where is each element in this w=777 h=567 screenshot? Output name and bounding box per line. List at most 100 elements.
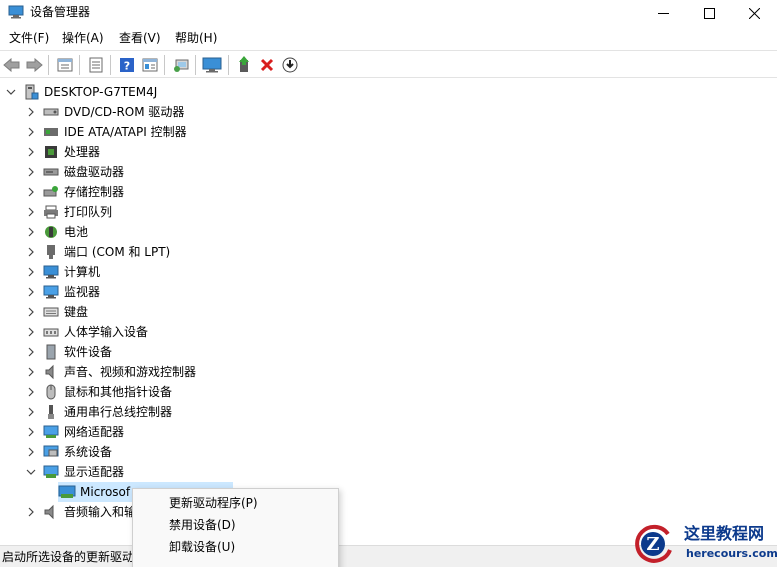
context-menu: 更新驱动程序(P) 禁用设备(D) 卸载设备(U) — [132, 488, 339, 567]
update-driver-button[interactable] — [234, 55, 254, 75]
chevron-right-icon[interactable] — [24, 182, 38, 202]
chevron-right-icon[interactable] — [24, 382, 38, 402]
tree-item[interactable]: 鼠标和其他指针设备 — [24, 382, 172, 402]
scan-hardware-button[interactable] — [171, 55, 191, 75]
chevron-right-icon[interactable] — [24, 422, 38, 442]
tree-item[interactable]: 键盘 — [24, 302, 88, 322]
chevron-down-icon[interactable] — [24, 462, 38, 482]
dvd-drive-icon — [42, 102, 60, 122]
tree-item[interactable]: 磁盘驱动器 — [24, 162, 124, 182]
properties-button[interactable] — [55, 55, 75, 75]
display-adapter-icon — [42, 462, 60, 482]
chevron-right-icon[interactable] — [24, 502, 38, 522]
menu-action[interactable]: 操作(A) — [62, 30, 104, 46]
download-button[interactable] — [280, 55, 300, 75]
system-device-icon — [42, 442, 60, 462]
maximize-icon — [703, 7, 715, 19]
tree-item[interactable]: 声音、视频和游戏控制器 — [24, 362, 196, 382]
context-uninstall-device[interactable]: 卸载设备(U) — [169, 539, 235, 555]
tree-root[interactable]: DESKTOP-G7TEM4J — [4, 82, 157, 102]
chevron-right-icon[interactable] — [24, 222, 38, 242]
chevron-right-icon[interactable] — [24, 302, 38, 322]
minimize-button[interactable] — [640, 0, 686, 26]
context-update-driver[interactable]: 更新驱动程序(P) — [169, 495, 258, 511]
tree-item-display-child[interactable]: Microsof — [58, 482, 130, 502]
tree-item[interactable]: 系统设备 — [24, 442, 112, 462]
window-title: 设备管理器 — [30, 5, 91, 19]
tree-item-label: IDE ATA/ATAPI 控制器 — [64, 125, 187, 139]
chevron-right-icon[interactable] — [24, 242, 38, 262]
tree-item-label: 磁盘驱动器 — [64, 165, 125, 179]
display-adapter-icon — [58, 482, 76, 502]
tree-item[interactable]: 通用串行总线控制器 — [24, 402, 172, 422]
chevron-down-icon[interactable] — [4, 82, 18, 102]
context-disable-device[interactable]: 禁用设备(D) — [169, 517, 236, 533]
close-icon — [748, 7, 760, 19]
chevron-right-icon[interactable] — [24, 202, 38, 222]
forward-button[interactable] — [24, 55, 44, 75]
maximize-button[interactable] — [686, 0, 732, 26]
menu-view[interactable]: 查看(V) — [119, 30, 161, 46]
toolbar-separator — [48, 55, 49, 75]
toolbar-separator — [228, 55, 229, 75]
show-hide-button[interactable] — [86, 55, 106, 75]
chevron-right-icon[interactable] — [24, 282, 38, 302]
tree-item[interactable]: 端口 (COM 和 LPT) — [24, 242, 170, 262]
tree-item-label: 通用串行总线控制器 — [64, 405, 173, 419]
title-bar: 设备管理器 — [0, 0, 777, 26]
menu-help[interactable]: 帮助(H) — [175, 30, 217, 46]
computer-icon — [42, 262, 60, 282]
tree-item[interactable]: 网络适配器 — [24, 422, 124, 442]
uninstall-button[interactable] — [257, 55, 277, 75]
menu-file[interactable]: 文件(F) — [9, 30, 49, 46]
view-button[interactable] — [140, 55, 160, 75]
tree-item[interactable]: 软件设备 — [24, 342, 112, 362]
chevron-right-icon[interactable] — [24, 342, 38, 362]
chevron-right-icon[interactable] — [24, 402, 38, 422]
show-hide-icon — [89, 57, 103, 73]
uninstall-icon — [260, 58, 274, 72]
tree-item-audio-input[interactable]: 音频输入和输 — [24, 502, 136, 522]
processor-icon — [42, 142, 60, 162]
tree-item[interactable]: 计算机 — [24, 262, 100, 282]
chevron-right-icon[interactable] — [24, 142, 38, 162]
status-text: 启动所选设备的更新驱动 — [2, 550, 135, 564]
tree-item[interactable]: 存储控制器 — [24, 182, 124, 202]
back-button[interactable] — [2, 55, 22, 75]
tree-item[interactable]: 打印队列 — [24, 202, 112, 222]
sound-icon — [42, 362, 60, 382]
close-button[interactable] — [731, 0, 777, 26]
chevron-right-icon[interactable] — [24, 122, 38, 142]
tree-item-label: 软件设备 — [64, 345, 113, 359]
update-driver-icon — [239, 56, 249, 72]
chevron-right-icon[interactable] — [24, 102, 38, 122]
chevron-right-icon[interactable] — [24, 362, 38, 382]
port-icon — [42, 242, 60, 262]
chevron-right-icon[interactable] — [24, 322, 38, 342]
tree-item-label: 声音、视频和游戏控制器 — [64, 365, 197, 379]
chevron-right-icon[interactable] — [24, 442, 38, 462]
tree-item-label: 存储控制器 — [64, 185, 125, 199]
device-tree: DESKTOP-G7TEM4J DVD/CD-ROM 驱动器 IDE ATA/AT… — [0, 80, 777, 544]
help-button[interactable]: ? — [117, 55, 137, 75]
tree-item[interactable]: DVD/CD-ROM 驱动器 — [24, 102, 184, 122]
computer-icon — [22, 82, 40, 102]
properties-icon — [57, 58, 73, 72]
computer-button[interactable] — [202, 55, 222, 75]
battery-icon — [42, 222, 60, 242]
watermark-url: herecours.com — [686, 547, 777, 560]
tree-item-label: 系统设备 — [64, 445, 113, 459]
chevron-right-icon[interactable] — [24, 262, 38, 282]
chevron-right-icon[interactable] — [24, 162, 38, 182]
tree-item-label: 键盘 — [64, 305, 89, 319]
forward-arrow-icon — [26, 58, 43, 72]
audio-input-icon — [42, 502, 60, 522]
tree-item[interactable]: IDE ATA/ATAPI 控制器 — [24, 122, 187, 142]
tree-item[interactable]: 人体学输入设备 — [24, 322, 148, 342]
tree-item[interactable]: 显示适配器 — [24, 462, 124, 482]
tree-item[interactable]: 监视器 — [24, 282, 100, 302]
tree-item[interactable]: 电池 — [24, 222, 88, 242]
menu-bar: 文件(F) 操作(A) 查看(V) 帮助(H) — [0, 27, 777, 49]
minimize-icon — [657, 12, 669, 14]
tree-item[interactable]: 处理器 — [24, 142, 100, 162]
